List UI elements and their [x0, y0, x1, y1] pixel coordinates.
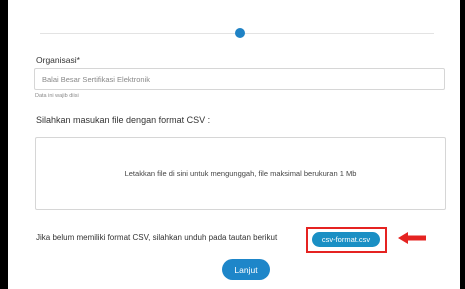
stepper-dot [235, 28, 245, 38]
organisasi-label: Organisasi* [36, 55, 80, 65]
lanjut-button[interactable]: Lanjut [222, 259, 270, 280]
file-dropzone[interactable]: Letakkan file di sini untuk mengunggah, … [35, 137, 446, 210]
arrow-left-icon [398, 232, 426, 244]
dropzone-text: Letakkan file di sini untuk mengunggah, … [124, 169, 357, 178]
upload-instruction: Silahkan masukan file dengan format CSV … [36, 115, 211, 125]
helper-text: Data ini wajib diisi [35, 93, 79, 99]
csv-format-button[interactable]: csv-format.csv [312, 232, 380, 247]
form-panel: Organisasi* Data ini wajib diisi Silahka… [8, 0, 460, 289]
organisasi-input[interactable] [34, 68, 445, 90]
csv-prompt: Jika belum memiliki format CSV, silahkan… [36, 233, 278, 242]
